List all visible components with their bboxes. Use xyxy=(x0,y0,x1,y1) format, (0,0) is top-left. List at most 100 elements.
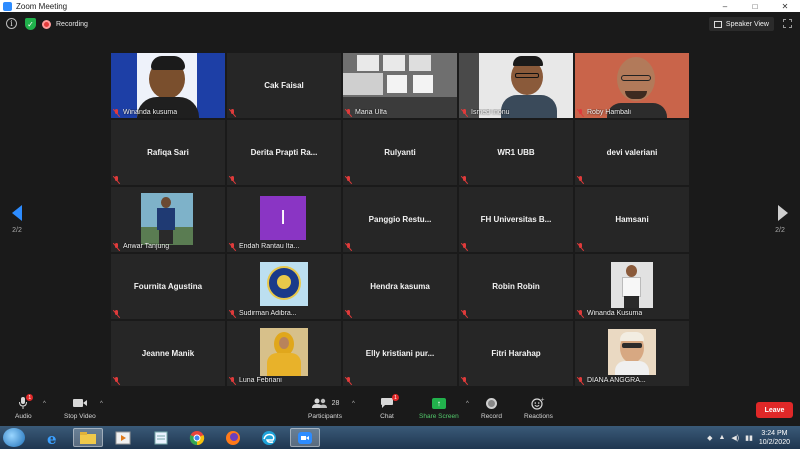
participant-center-name: Elly kristiani pur... xyxy=(365,349,435,358)
muted-microphone-icon xyxy=(228,376,237,385)
internet-explorer-icon[interactable]: e xyxy=(38,428,68,447)
participant-tile[interactable]: Winanda kusuma xyxy=(111,53,225,118)
info-icon[interactable]: i xyxy=(6,18,17,29)
volume-icon[interactable]: ◀) xyxy=(731,434,739,442)
notification-flag-icon[interactable]: ◆ xyxy=(707,434,712,442)
muted-microphone-icon xyxy=(112,309,121,318)
smiley-plus-icon: + xyxy=(531,396,545,410)
participant-tile[interactable]: Robin Robin xyxy=(459,254,573,319)
participant-tile[interactable]: Fournita Agustina xyxy=(111,254,225,319)
participant-tile[interactable]: Rafiqa Sari xyxy=(111,120,225,185)
participant-tile[interactable]: Ismed Inonu xyxy=(459,53,573,118)
participant-tile[interactable]: devi valeriani xyxy=(575,120,689,185)
participant-tile[interactable]: DIANA ANGGRA... xyxy=(575,321,689,386)
shield-icon[interactable]: ✓ xyxy=(25,18,36,30)
stop-video-button[interactable]: Stop Video xyxy=(64,396,96,420)
participant-name-bar xyxy=(460,376,471,385)
participant-tile[interactable]: WR1 UBB xyxy=(459,120,573,185)
participant-name: Winanda kusuma xyxy=(123,109,178,116)
windows-taskbar: e ◆ ▲ ◀) ▮▮ 3:24 PM 10/2/2020 xyxy=(0,426,800,449)
participant-tile[interactable]: Luna Febriani xyxy=(227,321,341,386)
edge-icon[interactable] xyxy=(254,428,284,447)
participant-tile[interactable]: Hamsani xyxy=(575,187,689,252)
participant-tile[interactable]: Sudirman Adibra... xyxy=(227,254,341,319)
show-hidden-icons-icon[interactable]: ▲ xyxy=(718,434,725,441)
window-controls: – □ ✕ xyxy=(710,0,800,12)
participants-count: 28 xyxy=(331,399,340,407)
meeting-toolbar: 1 Audio ^ Stop Video ^ 28 Participants ^… xyxy=(0,394,800,426)
muted-microphone-icon xyxy=(344,242,353,251)
record-button[interactable]: Record xyxy=(481,396,502,420)
participant-name: DIANA ANGGRA... xyxy=(587,377,646,384)
audio-label: Audio xyxy=(15,413,32,420)
participant-tile[interactable]: Rulyanti xyxy=(343,120,457,185)
participant-name-bar: Ismed Inonu xyxy=(460,108,510,117)
audio-options-caret-icon[interactable]: ^ xyxy=(43,401,46,407)
participant-name-bar xyxy=(344,309,355,318)
participants-icon: 28 xyxy=(311,396,340,410)
participant-name-bar: Endah Rantau Ita... xyxy=(228,242,299,251)
participant-tile[interactable]: Anwar Tanjung xyxy=(111,187,225,252)
window-title: Zoom Meeting xyxy=(16,1,68,11)
participant-tile[interactable]: Elly kristiani pur... xyxy=(343,321,457,386)
share-options-caret-icon[interactable]: ^ xyxy=(466,401,469,407)
participant-center-name: WR1 UBB xyxy=(497,148,535,157)
participants-button[interactable]: 28 Participants xyxy=(308,396,342,420)
participant-name: Sudirman Adibra... xyxy=(239,310,297,317)
next-page-button[interactable]: 2/2 xyxy=(768,205,796,245)
taskbar-clock[interactable]: 3:24 PM 10/2/2020 xyxy=(759,429,790,447)
speaker-view-button[interactable]: Speaker View xyxy=(708,17,774,31)
recording-indicator[interactable]: Recording xyxy=(42,18,88,30)
participant-tile[interactable]: FH Universitas B... xyxy=(459,187,573,252)
muted-microphone-icon xyxy=(460,175,469,184)
record-icon-wrap xyxy=(485,396,497,410)
zoom-taskbar-icon[interactable] xyxy=(290,428,320,447)
participant-name: Winanda Kusuma xyxy=(587,310,643,317)
share-screen-button[interactable]: ↑ Share Screen xyxy=(419,396,459,420)
chrome-icon[interactable] xyxy=(182,428,212,447)
speaker-view-label: Speaker View xyxy=(725,20,769,28)
maximize-button[interactable]: □ xyxy=(740,0,770,12)
reactions-button[interactable]: + Reactions xyxy=(524,396,553,421)
clock-date: 10/2/2020 xyxy=(758,438,790,446)
participant-tile[interactable]: Roby Hambali xyxy=(575,53,689,118)
file-explorer-icon[interactable] xyxy=(73,428,103,447)
fullscreen-icon[interactable] xyxy=(783,19,792,28)
minimize-button[interactable]: – xyxy=(710,0,740,12)
share-screen-icon: ↑ xyxy=(431,397,446,409)
participant-center-name: Rafiqa Sari xyxy=(147,148,189,157)
participant-tile[interactable]: Hendra kasuma xyxy=(343,254,457,319)
chat-button[interactable]: 1 Chat xyxy=(380,394,399,420)
network-icon[interactable]: ▮▮ xyxy=(745,434,753,442)
participant-tile[interactable]: Panggio Restu... xyxy=(343,187,457,252)
participant-tile[interactable]: Winanda Kusuma xyxy=(575,254,689,319)
video-options-caret-icon[interactable]: ^ xyxy=(100,401,103,407)
leave-button[interactable]: Leave xyxy=(756,402,793,418)
participant-tile[interactable]: I Endah Rantau Ita... xyxy=(227,187,341,252)
participant-name-bar xyxy=(576,242,587,251)
page-indicator-left: 2/2 xyxy=(12,227,22,234)
close-button[interactable]: ✕ xyxy=(770,0,800,12)
participant-tile[interactable]: Fitri Harahap xyxy=(459,321,573,386)
muted-microphone-icon xyxy=(228,242,237,251)
previous-page-button[interactable]: 2/2 xyxy=(5,205,33,245)
participant-tile[interactable]: Jeanne Manik xyxy=(111,321,225,386)
participants-options-caret-icon[interactable]: ^ xyxy=(352,401,355,407)
audio-button[interactable]: 1 Audio xyxy=(15,394,34,420)
start-button-icon[interactable] xyxy=(3,428,25,447)
participant-center-name: Jeanne Manik xyxy=(141,349,195,358)
grid-icon xyxy=(713,20,722,28)
notepad-icon[interactable] xyxy=(146,428,176,447)
participant-center-name: Panggio Restu... xyxy=(368,215,432,224)
participant-tile[interactable]: Cak Faisal xyxy=(227,53,341,118)
reactions-label: Reactions xyxy=(524,413,553,420)
participant-name-bar xyxy=(460,309,471,318)
participant-tile[interactable]: Maria Ulfa xyxy=(343,53,457,118)
muted-microphone-icon xyxy=(460,108,469,117)
firefox-icon[interactable] xyxy=(218,428,248,447)
participant-tile[interactable]: Derita Prapti Ra... xyxy=(227,120,341,185)
muted-microphone-icon xyxy=(460,376,469,385)
participant-name-bar xyxy=(344,376,355,385)
media-player-icon[interactable] xyxy=(108,428,138,447)
meeting-top-bar: i ✓ Recording Speaker View xyxy=(0,12,800,36)
